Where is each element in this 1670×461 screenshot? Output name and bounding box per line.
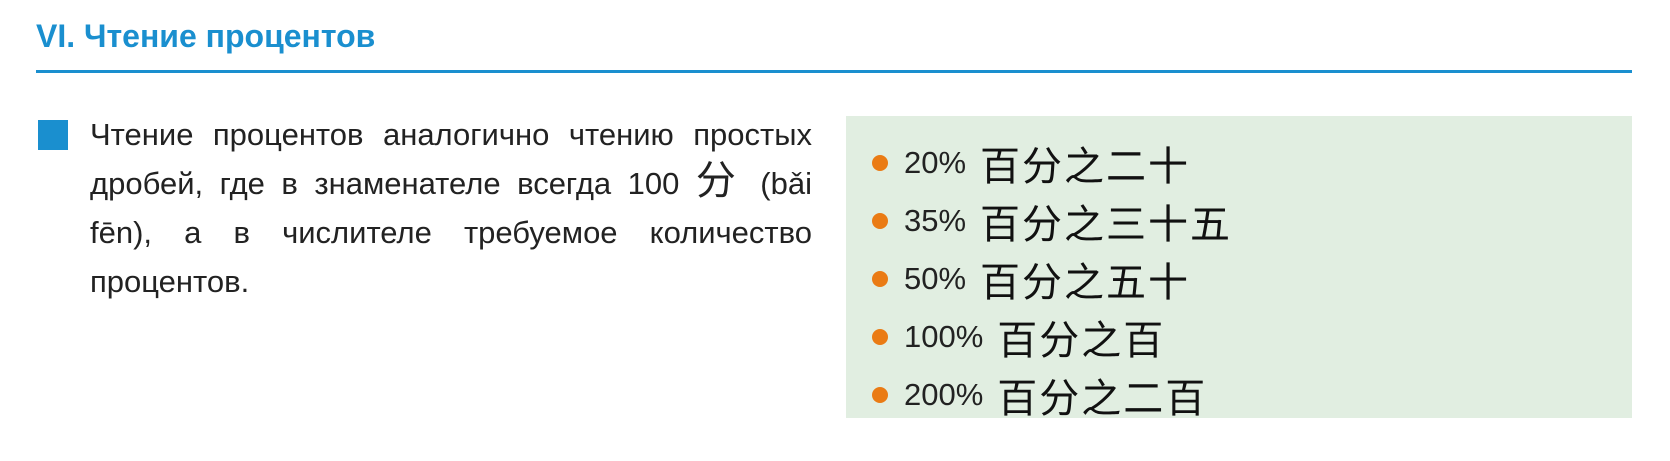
example-chinese: 百分之三十五 <box>980 202 1233 248</box>
orange-dot-icon <box>872 155 888 171</box>
explanation-paragraph: Чтение процентов аналогично чтению прост… <box>90 110 812 306</box>
example-chinese: 百分之百 <box>997 318 1166 364</box>
explanation-hanzi: 分 <box>695 158 744 204</box>
title-divider <box>36 70 1632 73</box>
orange-dot-icon <box>872 329 888 345</box>
example-item: 20% 百分之二十 <box>872 134 1632 192</box>
example-chinese: 百分之二十 <box>980 144 1191 190</box>
example-item: 200% 百分之二百 <box>872 366 1632 424</box>
example-percent: 200% <box>904 377 984 412</box>
orange-dot-icon <box>872 387 888 403</box>
example-item: 100% 百分之百 <box>872 308 1632 366</box>
example-percent: 100% <box>904 319 984 354</box>
examples-list: 20% 百分之二十 35% 百分之三十五 50% 百分之五十 100% 百分之百… <box>846 116 1632 424</box>
example-percent: 20% <box>904 145 967 180</box>
example-chinese: 百分之五十 <box>980 260 1191 306</box>
example-chinese: 百分之二百 <box>997 376 1208 422</box>
example-percent: 35% <box>904 203 967 238</box>
orange-dot-icon <box>872 213 888 229</box>
example-item: 50% 百分之五十 <box>872 250 1632 308</box>
orange-dot-icon <box>872 271 888 287</box>
example-item: 35% 百分之三十五 <box>872 192 1632 250</box>
section-title: VI. Чтение процентов <box>36 18 376 54</box>
square-bullet-icon <box>38 120 68 150</box>
example-percent: 50% <box>904 261 967 296</box>
examples-box: 20% 百分之二十 35% 百分之三十五 50% 百分之五十 100% 百分之百… <box>846 116 1632 422</box>
